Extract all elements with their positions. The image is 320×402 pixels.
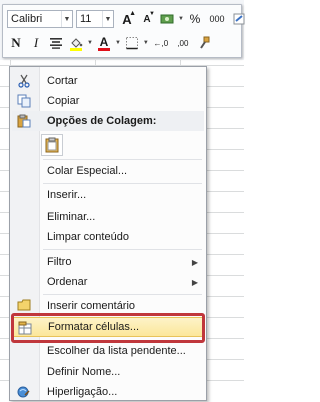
- chevron-down-icon[interactable]: ▼: [61, 11, 72, 27]
- clipboard-icon: [45, 137, 59, 153]
- font-color-button[interactable]: A: [95, 34, 113, 52]
- menu-header-label: Opções de Colagem:: [47, 115, 157, 127]
- menu-separator: [43, 294, 202, 295]
- chevron-down-icon[interactable]: ▼: [115, 40, 121, 46]
- menu-item-label: Filtro: [47, 256, 72, 268]
- menu-item-copy[interactable]: Copiar: [12, 91, 204, 111]
- menu-item-label: Inserir comentário: [47, 300, 136, 312]
- menu-separator: [43, 159, 202, 160]
- grow-font-button[interactable]: A ▲: [118, 10, 136, 28]
- decrease-decimal-icon: ,00: [177, 38, 189, 48]
- font-size-value: 11: [80, 13, 92, 25]
- format-painter-icon: [200, 36, 210, 49]
- submenu-arrow-icon: ▶: [191, 257, 198, 267]
- annotation-highlight-box: [11, 313, 205, 343]
- menu-item-label: Cortar: [47, 75, 78, 87]
- menu-item-insert[interactable]: Inserir...: [12, 185, 204, 205]
- brush-icon: [233, 13, 245, 25]
- chevron-down-icon[interactable]: ▼: [102, 11, 113, 27]
- menu-item-label: Ordenar: [47, 276, 88, 288]
- menu-item-label: Limpar conteúdo: [47, 231, 129, 243]
- hyperlink-icon: [15, 383, 33, 401]
- menu-item-label: Colar Especial...: [47, 165, 128, 177]
- menu-item-label: Copiar: [47, 95, 80, 107]
- menu-separator: [43, 183, 202, 184]
- menu-item-define-name[interactable]: Definir Nome...: [12, 362, 204, 382]
- increase-decimal-button[interactable]: ←,0: [151, 34, 171, 52]
- menu-separator: [43, 249, 202, 250]
- font-color-swatch: [97, 48, 110, 51]
- shrink-font-button[interactable]: A ▼: [138, 10, 156, 28]
- paste-button[interactable]: [41, 134, 63, 156]
- currency-icon: [160, 14, 174, 24]
- format-painter-button[interactable]: [195, 34, 213, 52]
- menu-item-label: Definir Nome...: [47, 366, 121, 378]
- fill-color-swatch: [70, 48, 82, 51]
- percent-style-button[interactable]: %: [186, 10, 204, 28]
- scissors-icon: [15, 72, 33, 90]
- chevron-down-icon[interactable]: ▼: [178, 16, 184, 22]
- submenu-arrow-icon: ▶: [191, 277, 198, 287]
- font-name-combo[interactable]: Calibri ▼: [7, 10, 73, 28]
- menu-item-filter[interactable]: Filtro ▶: [12, 252, 204, 272]
- align-center-icon: [50, 38, 62, 49]
- menu-item-paste-special[interactable]: Colar Especial...: [12, 161, 204, 181]
- mini-toolbar: Calibri ▼ 11 ▼ A ▲ A ▼ ▼ % 000 N I ▼ A ▼…: [2, 4, 245, 58]
- fill-color-button[interactable]: [67, 34, 85, 52]
- currency-format-button[interactable]: [158, 10, 176, 28]
- center-align-button[interactable]: [47, 34, 65, 52]
- chevron-down-icon[interactable]: ▼: [143, 40, 149, 46]
- bold-icon: N: [11, 35, 21, 50]
- menu-item-delete[interactable]: Eliminar...: [12, 207, 204, 227]
- menu-header-paste-options: Opções de Colagem:: [12, 111, 204, 131]
- menu-item-cut[interactable]: Cortar: [12, 71, 204, 91]
- decrease-decimal-button[interactable]: ,00: [173, 34, 193, 52]
- borders-icon: [125, 37, 138, 50]
- borders-button[interactable]: [123, 34, 141, 52]
- context-menu: Cortar Copiar Opções de Colagem: Colar E…: [9, 66, 207, 401]
- menu-item-label: Eliminar...: [47, 211, 96, 223]
- mini-toolbar-row-1: Calibri ▼ 11 ▼ A ▲ A ▼ ▼ % 000: [7, 9, 250, 29]
- menu-item-hyperlink[interactable]: Hiperligação...: [12, 382, 204, 402]
- menu-item-pick-from-list[interactable]: Escolher da lista pendente...: [12, 341, 204, 361]
- chevron-down-icon[interactable]: ▼: [87, 40, 93, 46]
- menu-item-label: Inserir...: [47, 189, 87, 201]
- paste-options-icon: [15, 112, 33, 130]
- increase-decimal-icon: ←,0: [153, 38, 169, 48]
- thousands-separator-icon: 000: [209, 14, 225, 24]
- format-painter-small-button[interactable]: [230, 10, 248, 28]
- italic-icon: I: [33, 35, 39, 50]
- italic-button[interactable]: I: [27, 34, 45, 52]
- bold-button[interactable]: N: [7, 34, 25, 52]
- menu-item-label: Escolher da lista pendente...: [47, 345, 186, 357]
- menu-item-sort[interactable]: Ordenar ▶: [12, 272, 204, 292]
- percent-icon: %: [189, 12, 201, 26]
- font-size-combo[interactable]: 11 ▼: [76, 10, 114, 28]
- copy-icon: [15, 92, 33, 110]
- menu-item-clear-contents[interactable]: Limpar conteúdo: [12, 227, 204, 247]
- menu-item-label: Hiperligação...: [47, 386, 118, 398]
- comma-style-button[interactable]: 000: [206, 10, 228, 28]
- font-color-icon: A: [99, 34, 109, 49]
- font-name-value: Calibri: [11, 13, 43, 25]
- mini-toolbar-row-2: N I ▼ A ▼ ▼ ←,0 ,00: [7, 33, 215, 53]
